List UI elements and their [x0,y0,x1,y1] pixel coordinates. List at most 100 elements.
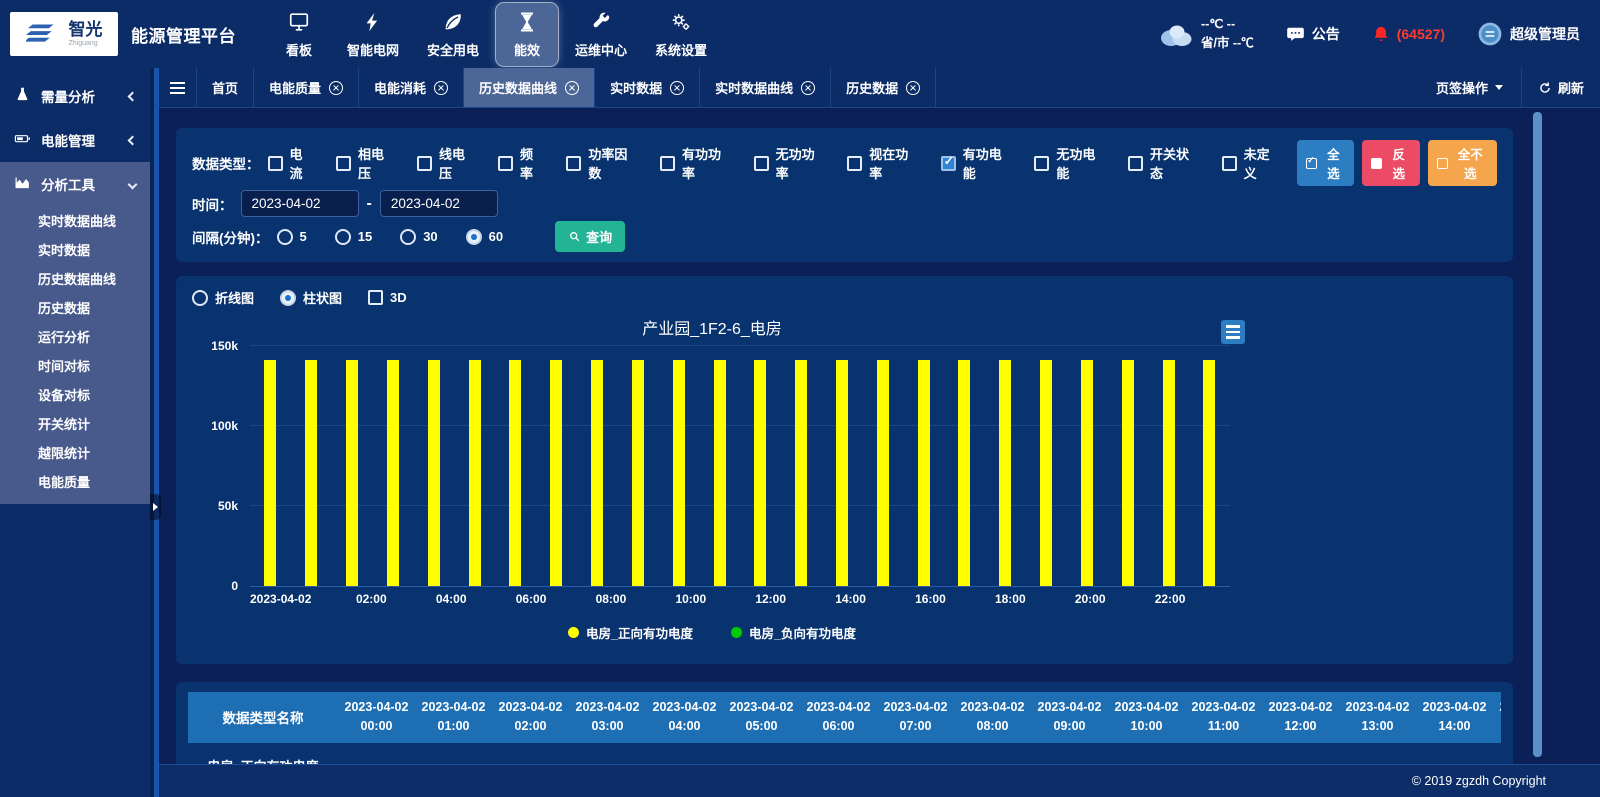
nav-item-ops-center[interactable]: 运维中心 [564,3,638,66]
sidebar-subitem-4[interactable]: 运行分析 [0,322,150,351]
checkbox-icon [754,156,769,171]
tab-6[interactable]: 历史数据 [831,68,936,107]
radio-selected-icon [466,229,482,245]
x-axis-slot: 08:00 [591,590,631,608]
bar-slot [1148,347,1189,586]
tab-operations-dropdown[interactable]: 页签操作 [1418,78,1521,97]
tab-4[interactable]: 实时数据 [595,68,700,107]
square-filled-icon [1371,158,1382,169]
sidebar-subitem-2[interactable]: 历史数据曲线 [0,264,150,293]
datatype-checkbox-0[interactable]: 电流 [268,144,314,182]
checkbox-label: 电流 [290,144,314,182]
datatype-checkbox-2[interactable]: 线电压 [417,144,476,182]
tab-0[interactable]: 首页 [197,68,254,107]
tab-3[interactable]: 历史数据曲线 [464,68,595,107]
date-to-input[interactable] [380,190,498,217]
vertical-scrollbar[interactable] [1533,112,1542,757]
legend-item-1[interactable]: 电房_负向有功电度 [731,623,856,642]
sidebar-subitem-6[interactable]: 设备对标 [0,380,150,409]
bar-slot [781,347,822,586]
nav-item-system-settings[interactable]: 系统设置 [644,3,718,66]
select-none-button[interactable]: 全不选 [1428,140,1497,186]
radio-label: 30 [423,229,437,244]
close-icon[interactable] [565,81,579,95]
table-header-cell-5: 2023-04-0205:00 [723,692,800,743]
tab-5[interactable]: 实时数据曲线 [700,68,831,107]
datatype-checkbox-9[interactable]: 无功电能 [1034,144,1106,182]
sidebar-collapse-handle[interactable] [150,494,161,520]
sidebar-subitem-5[interactable]: 时间对标 [0,351,150,380]
datatype-checkbox-3[interactable]: 频率 [498,144,544,182]
legend-item-0[interactable]: 电房_正向有功电度 [568,623,693,642]
menu-toggle-button[interactable] [159,68,197,107]
datatype-checkbox-11[interactable]: 未定义 [1222,144,1281,182]
close-icon[interactable] [329,81,343,95]
close-icon[interactable] [434,81,448,95]
nav-item-label: 系统设置 [655,40,707,59]
interval-label: 间隔(分钟)： [192,227,269,247]
date-from-input[interactable] [241,190,359,217]
interval-radio-30[interactable]: 30 [400,229,437,245]
nav-item-smart-grid[interactable]: 智能电网 [336,3,410,66]
sidebar-group-demand-analysis: 需量分析 [0,74,150,118]
chart-mode-3d-checkbox[interactable]: 3D [368,290,407,305]
header-time: 08:00 [956,717,1029,736]
user-menu[interactable]: 超级管理员 [1477,21,1580,47]
bar [877,360,889,586]
header-date: 2023-04-02 [1110,698,1183,717]
nav-item-kanban[interactable]: 看板 [268,3,330,66]
sidebar-subitem-1[interactable]: 实时数据 [0,235,150,264]
logo[interactable]: 智光 Zhiguang [10,12,118,56]
refresh-button[interactable]: 刷新 [1522,78,1600,97]
tab-label: 电能质量 [269,78,321,97]
interval-radio-15[interactable]: 15 [335,229,372,245]
datatype-checkbox-6[interactable]: 无功功率 [754,144,826,182]
sidebar-subitem-7[interactable]: 开关统计 [0,409,150,438]
select-all-button[interactable]: 全选 [1297,140,1354,186]
chart-mode-bar-radio[interactable]: 柱状图 [280,288,342,307]
close-icon[interactable] [801,81,815,95]
radio-selected-icon [280,290,296,306]
bar-slot [577,347,618,586]
sidebar-subitem-3[interactable]: 历史数据 [0,293,150,322]
datatype-checkbox-1[interactable]: 相电压 [336,144,395,182]
bar-slot [291,347,332,586]
datatype-checkbox-4[interactable]: 功率因数 [566,144,638,182]
y-axis-tick: 50k [192,499,238,513]
datatype-checkbox-group: 电流相电压线电压频率功率因数有功功率无功功率视在功率有功电能无功电能开关状态未定… [268,144,1281,182]
chart-mode-line-radio[interactable]: 折线图 [192,288,254,307]
nav-item-safe-power[interactable]: 安全用电 [416,3,490,66]
sidebar-subitem-0[interactable]: 实时数据曲线 [0,206,150,235]
header-time: 13:00 [1341,717,1414,736]
sidebar-item-analysis-tools[interactable]: 分析工具 [0,162,150,206]
sidebar-subitem-8[interactable]: 越限统计 [0,438,150,467]
bar [836,360,848,586]
tab-1[interactable]: 电能质量 [254,68,359,107]
x-axis-slot: 10:00 [671,590,711,608]
close-icon[interactable] [670,81,684,95]
radio-icon [277,229,293,245]
interval-radio-5[interactable]: 5 [277,229,307,245]
nav-item-energy-efficiency[interactable]: 能效 [496,3,558,66]
sidebar-item-energy-management[interactable]: 电能管理 [0,118,150,162]
sidebar-item-demand-analysis[interactable]: 需量分析 [0,74,150,118]
datatype-checkbox-8[interactable]: 有功电能 [941,144,1013,182]
interval-radio-60[interactable]: 60 [466,229,503,245]
bar [1203,360,1215,586]
query-label: 查询 [586,227,612,246]
tab-2[interactable]: 电能消耗 [359,68,464,107]
datatype-checkbox-5[interactable]: 有功功率 [660,144,732,182]
notice-button[interactable]: 公告 [1286,24,1340,44]
x-axis-slot: 22:00 [1150,590,1190,608]
sidebar-subitem-9[interactable]: 电能质量 [0,467,150,496]
bar-slot [699,347,740,586]
query-button[interactable]: 查询 [555,221,625,252]
datatype-checkbox-7[interactable]: 视在功率 [847,144,919,182]
datatype-checkbox-10[interactable]: 开关状态 [1128,144,1200,182]
invert-selection-button[interactable]: 反选 [1362,140,1419,186]
value-cell-8: 141309.8 [954,743,1031,764]
close-icon[interactable] [906,81,920,95]
chart-menu-icon[interactable] [1221,320,1245,344]
header-date: 2023-04-02 [1341,698,1414,717]
alarm-button[interactable]: (64527) [1372,25,1445,43]
